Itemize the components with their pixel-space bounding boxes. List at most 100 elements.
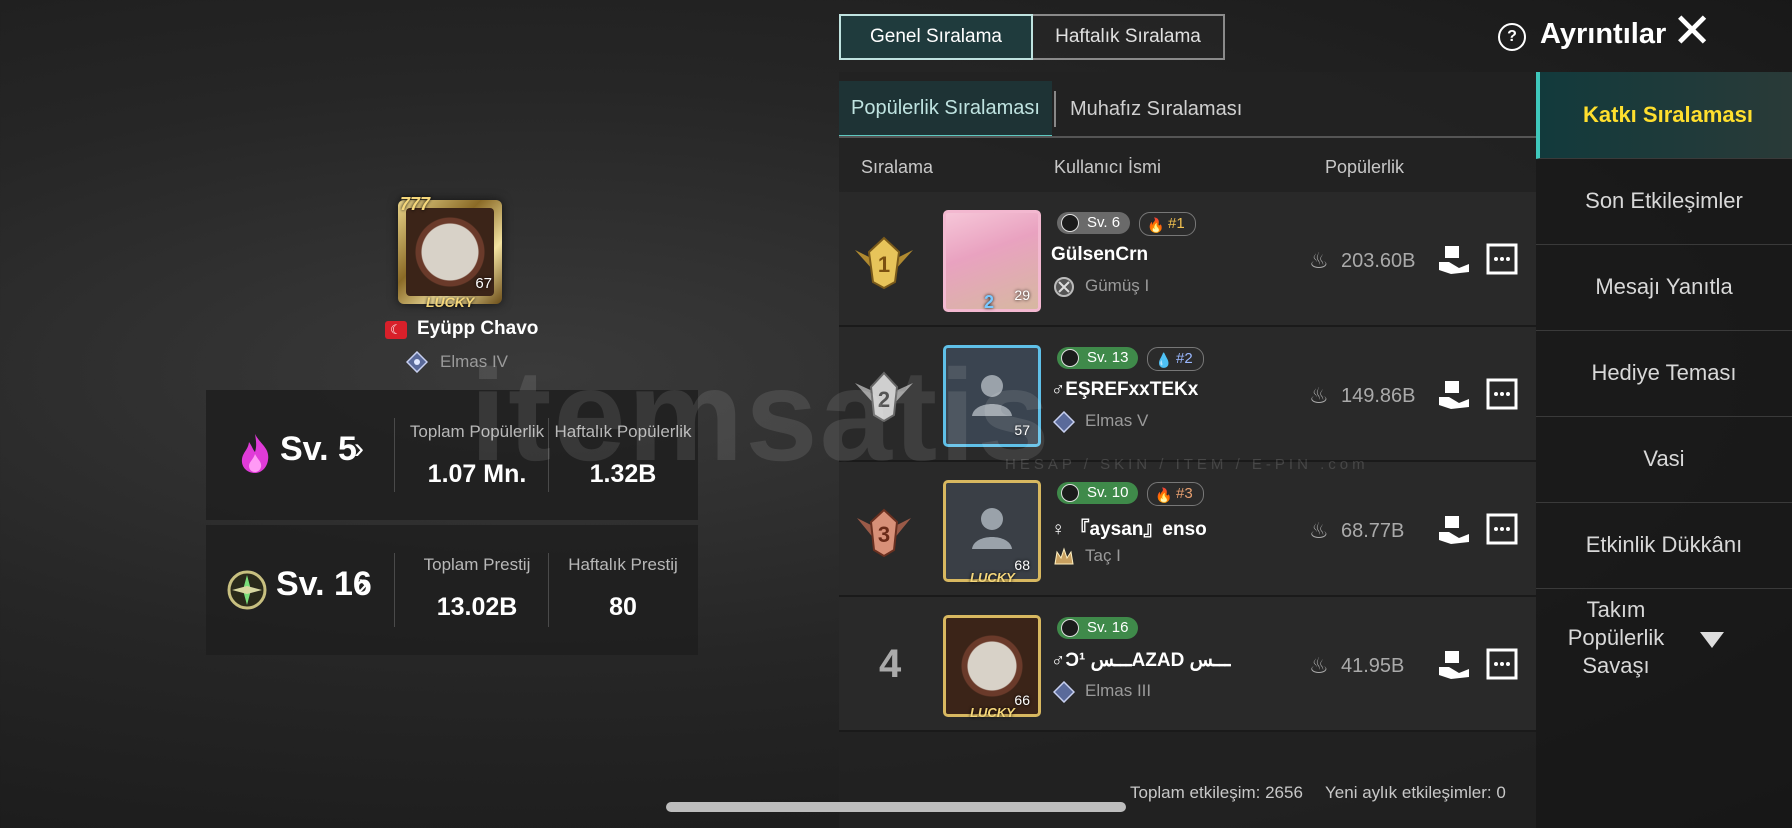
total-prestige-label: Toplam Prestij (423, 555, 531, 574)
popularity-level[interactable]: Sv. 5 (280, 430, 357, 469)
column-header-popularity: Popülerlik (1325, 157, 1405, 177)
turkey-flag-icon: ☾ (385, 321, 407, 339)
avatar-level: 66 (1014, 692, 1030, 708)
avatar-badge: LUCKY (970, 570, 1015, 585)
divider (394, 418, 395, 492)
default-avatar-icon (972, 508, 1012, 549)
flame-outline-icon: ♨ (1309, 518, 1329, 543)
avatar-badge: LUCKY (970, 705, 1015, 720)
level-icon (1061, 214, 1079, 232)
user-level-pill: Sv. 10 (1057, 482, 1139, 504)
popularity-value: 41.95B (1341, 655, 1405, 677)
scrollbar[interactable] (666, 802, 1126, 812)
popularity-value: 203.60B (1341, 250, 1416, 272)
frame-lucky-text: LUCKY (426, 294, 475, 310)
avatar-level: 68 (1014, 557, 1030, 573)
subtab-divider (1053, 91, 1056, 127)
chevron-right-icon[interactable]: › (354, 432, 364, 466)
user-level: Sv. 13 (1087, 349, 1129, 366)
menu-item-guardian[interactable]: Vasi (1536, 416, 1792, 503)
user-tier: Gümüş I (1085, 276, 1150, 295)
menu-line: Popülerlik (1567, 625, 1665, 650)
chevron-right-icon[interactable]: › (358, 567, 368, 601)
gift-hand-icon[interactable] (1437, 512, 1471, 546)
flame-outline-icon: ♨ (1309, 248, 1329, 273)
rank-tag-pill: 💧 #2 (1147, 347, 1204, 371)
prestige-stats-panel: Sv. 16 › Toplam Prestij 13.02B Haftalık … (206, 525, 698, 655)
username: ♂EŞREFxxTEKx (1051, 379, 1199, 400)
table-row[interactable]: 1 29 2 Sv. 6 🔥 #1 GülsenCrn Gümüş I ♨ 203… (839, 192, 1536, 327)
menu-item-event-shop[interactable]: Etkinlik Dükkânı (1536, 502, 1792, 589)
user-tier: Elmas V (1085, 411, 1149, 430)
user-avatar[interactable]: 68 LUCKY (943, 480, 1041, 585)
menu-item-reply-message[interactable]: Mesajı Yanıtla (1536, 244, 1792, 331)
rank-tag-pill: 🔥 #1 (1139, 212, 1196, 236)
message-icon[interactable] (1485, 242, 1519, 276)
profile-name: Eyüpp Chavo (417, 318, 539, 339)
svg-text:1: 1 (878, 252, 890, 277)
ranking-tabs: Genel Sıralama Haftalık Sıralama (839, 14, 1225, 60)
flame-icon: 💧 (1155, 352, 1173, 368)
menu-item-contribution-ranking[interactable]: Katkı Sıralaması (1536, 72, 1792, 159)
rank-tag-pill: 🔥 #3 (1147, 482, 1204, 506)
triangle-down-icon[interactable] (1700, 632, 1724, 648)
ranking-subtabs: Popülerlik Sıralaması Muhafız Sıralaması (839, 80, 1254, 138)
menu-item-team-popularity-battle[interactable]: Takım Popülerlik Savaşı (1536, 592, 1696, 682)
user-level-pill: Sv. 6 (1057, 212, 1131, 234)
menu-item-gift-theme[interactable]: Hediye Teması (1536, 330, 1792, 417)
flame-icon (241, 434, 269, 473)
menu-item-recent-interactions[interactable]: Son Etkileşimler (1536, 158, 1792, 245)
table-row[interactable]: 4 66 LUCKY Sv. 16 ♂Ͻ¹ ـــسAZAD ـــس Elma… (839, 597, 1536, 732)
rank-tag: #3 (1176, 485, 1193, 502)
tab-guardian-ranking[interactable]: Muhafız Sıralaması (1058, 82, 1254, 136)
weekly-prestige-label: Haftalık Prestij (568, 555, 678, 574)
user-avatar[interactable]: 66 LUCKY (943, 615, 1041, 720)
flame-icon: 🔥 (1147, 217, 1165, 233)
diamond-tier-icon (406, 351, 428, 373)
message-icon[interactable] (1485, 377, 1519, 411)
tab-weekly-ranking[interactable]: Haftalık Sıralama (1033, 14, 1225, 60)
prestige-compass-icon (227, 570, 267, 610)
message-icon[interactable] (1485, 647, 1519, 681)
user-level: Sv. 10 (1087, 484, 1129, 501)
user-level-pill: Sv. 13 (1057, 347, 1139, 369)
user-avatar[interactable]: 29 2 (943, 210, 1041, 312)
user-tier: Elmas III (1085, 681, 1152, 700)
message-icon[interactable] (1485, 512, 1519, 546)
gift-hand-icon[interactable] (1437, 242, 1471, 276)
rank-tag: #2 (1176, 350, 1193, 367)
watermark: itemsatis (470, 342, 1052, 488)
username: ♀ 『aysan』enso (1051, 519, 1207, 540)
silver-tier-icon (1054, 277, 1074, 297)
popularity-value: 68.77B (1341, 520, 1405, 542)
question-icon[interactable]: ? (1498, 23, 1526, 51)
close-icon[interactable]: ✕ (1672, 8, 1712, 56)
profile-avatar-level: 67 (475, 275, 492, 292)
header-divider (839, 136, 1536, 138)
total-interactions: Toplam etkileşim: 2656 (1130, 783, 1303, 802)
popularity-value: 149.86B (1341, 385, 1416, 407)
profile-avatar[interactable]: 777 67 LUCKY (398, 194, 502, 310)
tab-general-ranking[interactable]: Genel Sıralama (839, 14, 1033, 60)
svg-text:3: 3 (878, 522, 890, 547)
crown-tier-icon (1054, 547, 1074, 565)
tab-popularity-ranking[interactable]: Popülerlik Sıralaması (839, 80, 1052, 138)
rank-number: 4 (879, 642, 902, 686)
monthly-interactions: Yeni aylık etkileşimler: 0 (1325, 783, 1506, 802)
gift-hand-icon[interactable] (1437, 647, 1471, 681)
total-prestige-value: 13.02B (436, 593, 518, 621)
avatar-badge: 2 (984, 292, 995, 312)
column-header-rank: Sıralama (861, 157, 934, 177)
weekly-prestige-value: 80 (609, 593, 637, 621)
level-icon (1061, 619, 1079, 637)
flame-outline-icon: ♨ (1309, 653, 1329, 678)
diamond-tier-icon (1053, 681, 1075, 703)
details-button[interactable]: Ayrıntılar (1540, 18, 1666, 51)
diamond-tier-icon (1053, 411, 1075, 433)
level-icon (1061, 484, 1079, 502)
level-icon (1061, 349, 1079, 367)
divider (394, 553, 395, 627)
side-menu: Katkı Sıralaması Son Etkileşimler Mesajı… (1536, 72, 1792, 828)
rank-1-gold-badge-icon: 1 (855, 236, 913, 290)
gift-hand-icon[interactable] (1437, 377, 1471, 411)
